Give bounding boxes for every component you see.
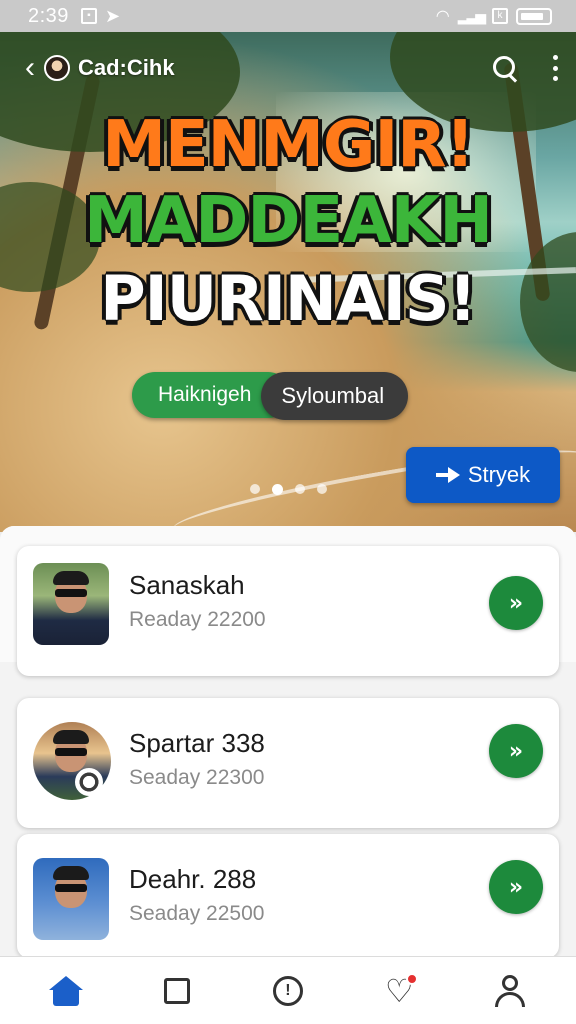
heart-icon: ♡ — [385, 972, 418, 1007]
carousel-dot[interactable] — [317, 484, 327, 494]
more-icon[interactable] — [552, 55, 558, 81]
nav-alert[interactable]: ! — [258, 966, 318, 1016]
alert-icon: ! — [272, 975, 303, 1006]
forward-button[interactable]: » — [489, 860, 543, 914]
back-icon[interactable]: ‹ — [16, 51, 44, 84]
user-icon — [494, 974, 526, 1007]
list-item[interactable]: Sanaskah Readay 22200 » — [17, 546, 559, 676]
item-title: Spartar 338 — [129, 728, 265, 758]
arrow-right-icon — [435, 465, 460, 485]
carousel-dots — [250, 484, 327, 495]
square-icon — [163, 977, 190, 1004]
signal-icon: ▂▃▅ — [457, 7, 486, 24]
avatar — [33, 858, 109, 940]
avatar — [33, 563, 109, 645]
list-item[interactable]: Spartar 338 Seaday 22300 » — [17, 698, 559, 828]
top-bar: ‹ Cad:Cihk — [16, 51, 558, 84]
item-subtitle: Seaday 22300 — [129, 766, 265, 789]
wifi-icon: ◠ — [435, 8, 450, 25]
status-time: 2:39 — [28, 4, 69, 27]
item-title: Sanaskah — [129, 570, 245, 600]
nav-favorites[interactable]: ♡ — [369, 966, 429, 1016]
avatar-glasses — [55, 748, 87, 756]
nav-profile[interactable] — [480, 966, 540, 1016]
cta-button[interactable]: Stryek — [406, 447, 560, 503]
search-icon[interactable] — [492, 55, 518, 81]
status-right-icons: ◠ ▂▃▅ k — [436, 6, 552, 26]
bottom-nav: ! ♡ — [0, 956, 576, 1024]
double-chevron-icon: » — [508, 874, 523, 900]
hero-pill-group: Haiknigeh Syloumbal — [132, 372, 409, 420]
list-item[interactable]: Deahr. 288 Seaday 22500 » — [17, 834, 559, 958]
channel-avatar[interactable] — [44, 55, 70, 81]
item-title: Deahr. 288 — [129, 864, 257, 894]
avatar-hair — [53, 866, 89, 880]
status-bar: 2:39 ▪ ➤ ◠ ▂▃▅ k — [0, 0, 576, 32]
send-icon: ➤ — [104, 5, 121, 26]
avatar-badge — [75, 768, 103, 796]
cta-label: Stryek — [467, 462, 531, 487]
notification-dot — [405, 972, 418, 985]
avatar-hair — [53, 571, 89, 585]
forward-button[interactable]: » — [489, 576, 543, 630]
item-subtitle: Readay 22200 — [129, 608, 266, 631]
carousel-dot[interactable] — [250, 484, 260, 494]
nav-home[interactable] — [36, 966, 96, 1016]
home-icon — [48, 975, 83, 1006]
pill-dark[interactable]: Syloumbal — [261, 372, 409, 420]
avatar-glasses — [55, 589, 87, 597]
headline-line-1: MENMGIR! — [101, 107, 475, 183]
nav-square[interactable] — [147, 966, 207, 1016]
top-actions — [492, 55, 558, 81]
network-icon: k — [492, 8, 508, 24]
item-subtitle: Seaday 22500 — [129, 902, 265, 925]
app-title: Cad:Cihk — [78, 55, 175, 80]
headline-line-3: PIURINAIS! — [99, 261, 478, 336]
battery-icon — [516, 7, 552, 25]
double-chevron-icon: » — [508, 590, 523, 616]
headline-line-2: MADDEAKH — [83, 183, 494, 259]
avatar-glasses — [55, 884, 87, 892]
forward-button[interactable]: » — [489, 724, 543, 778]
carousel-dot[interactable] — [295, 484, 305, 494]
status-left-icons: ▪ ➤ — [80, 5, 121, 27]
carousel-dot-active[interactable] — [272, 484, 283, 495]
double-chevron-icon: » — [508, 738, 523, 764]
avatar-hair — [53, 730, 89, 744]
sim-icon: ▪ — [80, 8, 97, 24]
